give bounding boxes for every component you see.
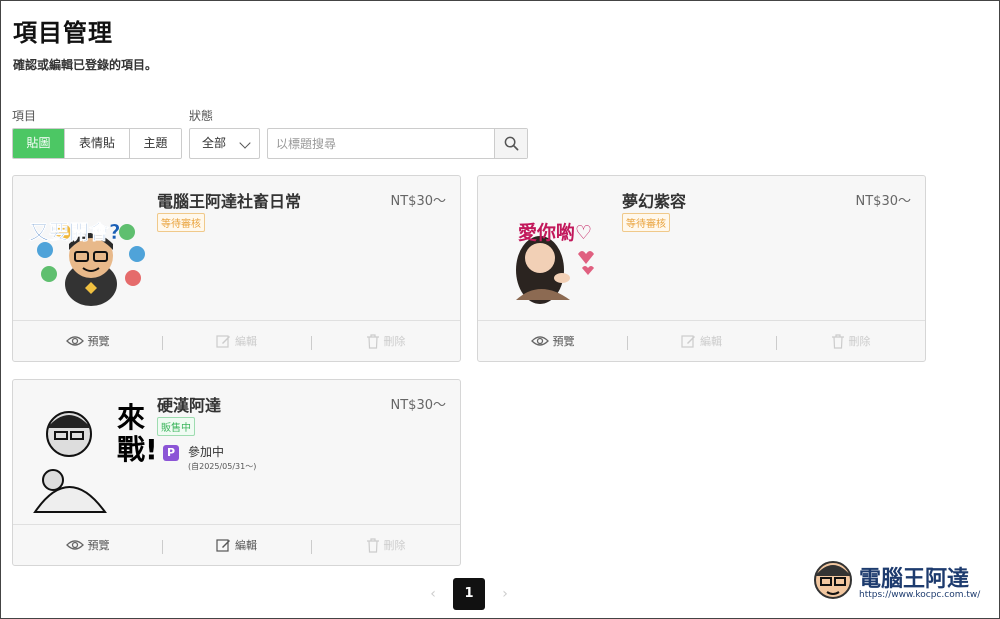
watermark: 電腦王阿達 https://www.kocpc.com.tw/ [811,556,991,606]
sticker-thumbnail-image [37,224,145,306]
delete-label: 刪除 [383,539,406,552]
preview-label: 預覽 [87,335,110,348]
type-filter-label: 項目 [12,109,37,123]
item-price: NT$30〜 [390,194,446,209]
delete-button[interactable]: 刪除 [311,537,460,554]
page-title: 項目管理 [13,19,113,47]
status-badge: 販售中 [157,417,195,436]
prev-page-icon[interactable]: ‹ [423,586,443,602]
item-name: 電腦王阿達社畜日常 [157,192,302,211]
next-page-icon[interactable]: › [495,586,515,602]
tab-themes[interactable]: 主題 [130,129,181,158]
promotion-text: 參加中 (自2025/05/31〜) [188,445,256,474]
tab-stickers[interactable]: 貼圖 [13,129,65,158]
promotion-label: 參加中 [188,445,225,459]
delete-button[interactable]: 刪除 [776,333,925,350]
item-price: NT$30〜 [390,398,446,413]
status-select-value: 全部 [202,136,227,150]
status-select[interactable]: 全部 [189,128,260,159]
tab-emoji[interactable]: 表情貼 [65,129,130,158]
watermark-title: 電腦王阿達 [859,567,970,592]
search-input[interactable] [268,129,494,158]
page-description: 確認或編輯已登錄的項目。 [13,58,158,72]
sticker-thumbnail-image [516,236,594,304]
preview-label: 預覽 [552,335,575,348]
sticker-thumbnail[interactable]: 又要開會? [25,188,157,310]
chevron-down-icon [239,137,251,149]
status-filter-label: 狀態 [189,109,214,123]
edit-label: 編輯 [235,335,257,348]
sticker-thumbnail[interactable]: 來戰! [25,392,158,514]
sticker-thumbnail-caption: 來戰! [117,401,158,466]
delete-label: 刪除 [383,335,406,348]
edit-label: 編輯 [235,539,257,552]
trash-icon [831,333,844,349]
edit-icon [681,334,695,348]
item-name: 硬漢阿達 [157,396,222,415]
card-actions: 預覽 編輯 刪除 [13,524,460,565]
mascot-logo-icon [814,561,852,599]
preview-button[interactable]: 預覽 [13,537,162,553]
item-card: 又要開會? 電腦王阿達社畜日常 NT$30〜 等待審核 預覽 編輯 刪除 [12,175,461,362]
type-segmented-control: 貼圖 表情貼 主題 [12,128,182,159]
trash-icon [366,537,379,553]
promotion-period: (自2025/05/31〜) [188,462,257,471]
promotion-info: P 參加中 (自2025/05/31〜) [163,445,256,474]
trash-icon [366,333,379,349]
preview-label: 預覽 [87,539,110,552]
delete-label: 刪除 [848,335,871,348]
edit-button[interactable]: 編輯 [162,537,311,554]
item-price: NT$30〜 [855,194,911,209]
search-button[interactable] [494,129,527,158]
status-badge: 等待審核 [157,213,205,232]
search-icon [504,136,518,151]
edit-label: 編輯 [700,335,722,348]
card-actions: 預覽 編輯 刪除 [13,320,460,361]
edit-icon [216,334,230,348]
item-name: 夢幻紫容 [622,192,687,211]
item-card: 來戰! 硬漢阿達 NT$30〜 販售中 P 參加中 (自2025/05/31〜)… [12,379,461,566]
preview-button[interactable]: 預覽 [478,333,627,349]
search-box [267,128,528,159]
pagination: ‹ 1 › [423,578,515,610]
edit-button[interactable]: 編輯 [162,333,311,350]
status-badge: 等待審核 [622,213,670,232]
sticker-thumbnail-caption: 愛你喲♡ [518,222,593,244]
preview-button[interactable]: 預覽 [13,333,162,349]
eye-icon [65,336,84,346]
item-card: 愛你喲♡ 夢幻紫容 NT$30〜 等待審核 預覽 編輯 刪除 [477,175,926,362]
watermark-url: https://www.kocpc.com.tw/ [859,590,981,600]
edit-button[interactable]: 編輯 [627,333,776,350]
premium-icon: P [163,445,179,461]
eye-icon [65,540,84,550]
page-button-current[interactable]: 1 [453,578,485,610]
eye-icon [530,336,549,346]
edit-icon [216,538,230,552]
sticker-thumbnail-caption: 又要開會? [29,220,121,245]
card-actions: 預覽 編輯 刪除 [478,320,925,361]
delete-button[interactable]: 刪除 [311,333,460,350]
sticker-thumbnail[interactable]: 愛你喲♡ [490,188,622,310]
